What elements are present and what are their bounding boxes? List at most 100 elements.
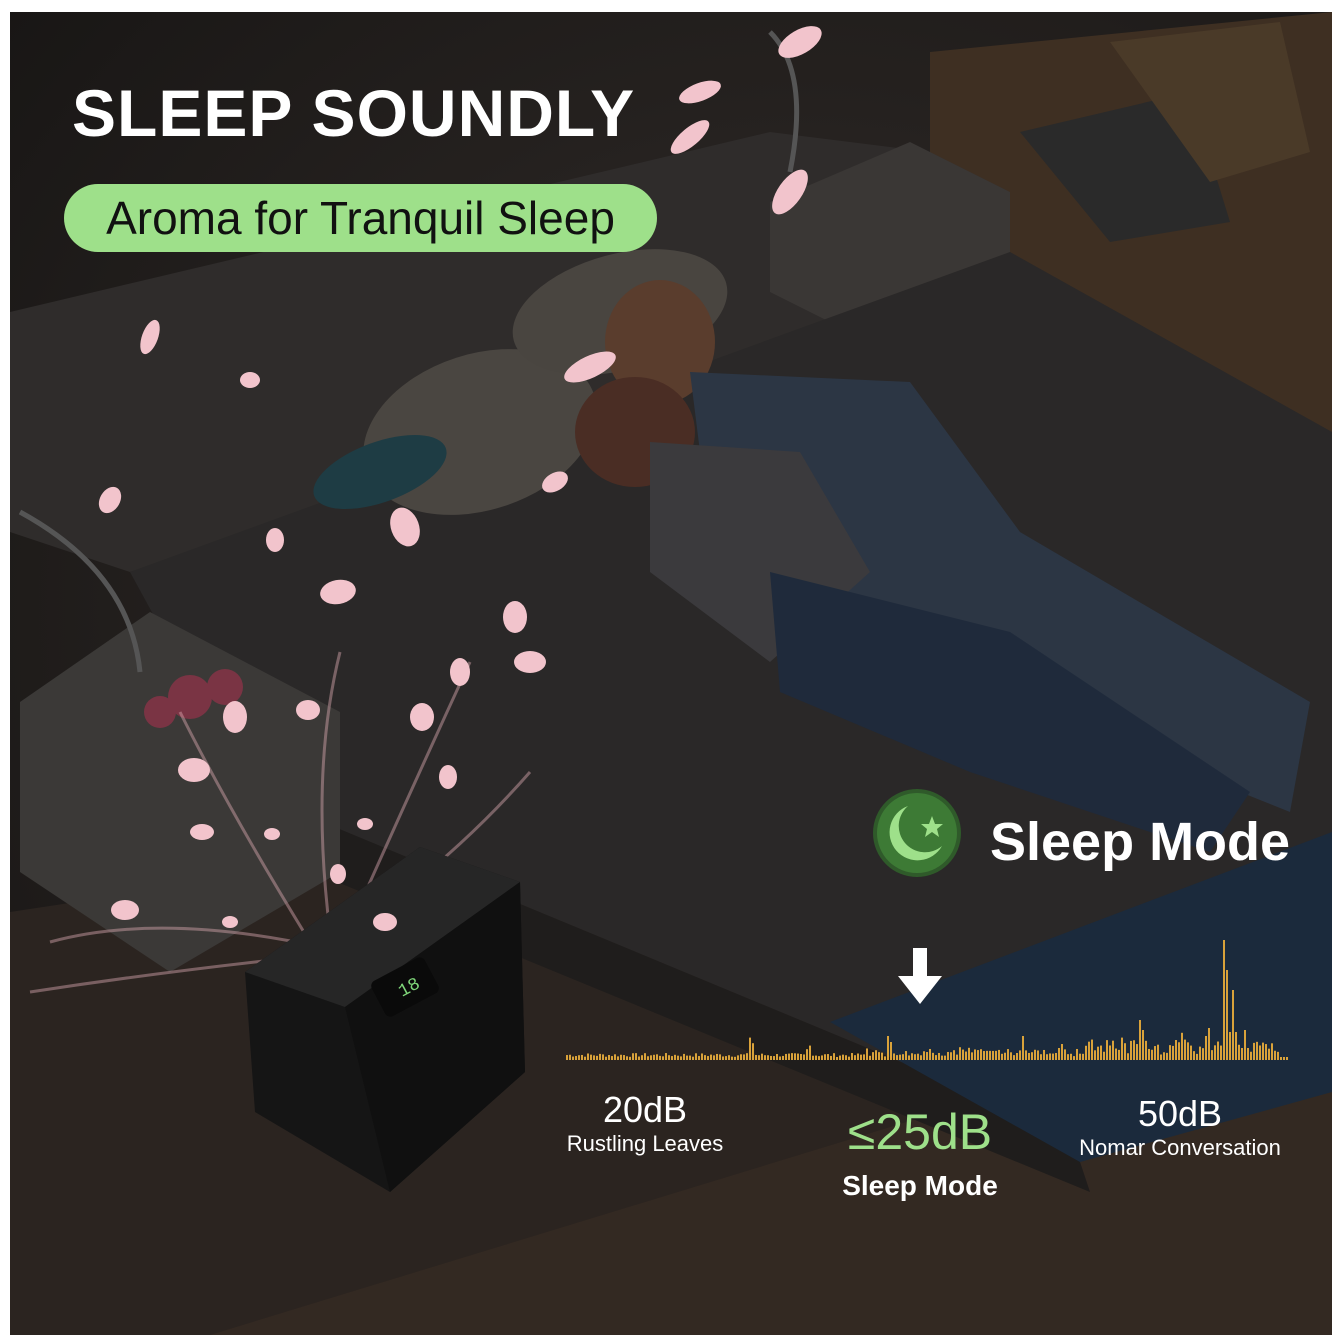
- wave-bar: [947, 1051, 949, 1060]
- wave-bar: [1100, 1045, 1102, 1060]
- wave-bar: [755, 1055, 757, 1060]
- wave-bar: [656, 1054, 658, 1060]
- wave-bar: [890, 1042, 892, 1060]
- wave-bar: [1079, 1053, 1081, 1060]
- wave-bar: [1217, 1041, 1219, 1060]
- wave-bar: [1118, 1049, 1120, 1060]
- wave-bar: [824, 1054, 826, 1060]
- wave-bar: [1097, 1046, 1099, 1060]
- wave-bar: [1178, 1042, 1180, 1060]
- wave-bar: [1157, 1044, 1159, 1060]
- wave-bar: [1121, 1037, 1123, 1060]
- wave-bar: [674, 1054, 676, 1060]
- wave-bar: [653, 1054, 655, 1060]
- wave-bar: [1001, 1053, 1003, 1060]
- wave-bar: [731, 1056, 733, 1060]
- wave-bar: [686, 1055, 688, 1060]
- wave-bar: [575, 1056, 577, 1060]
- wave-bar: [1022, 1036, 1024, 1060]
- wave-bar: [641, 1055, 643, 1060]
- wave-bar: [752, 1043, 754, 1060]
- wave-bar: [1172, 1045, 1174, 1060]
- wave-bar: [758, 1055, 760, 1060]
- wave-bar: [1082, 1053, 1084, 1060]
- wave-bar: [941, 1055, 943, 1060]
- wave-bar: [1031, 1052, 1033, 1060]
- wave-bar: [1139, 1020, 1141, 1060]
- wave-bar: [626, 1056, 628, 1060]
- wave-bar: [1199, 1046, 1201, 1060]
- wave-bar: [896, 1055, 898, 1060]
- wave-bar: [803, 1054, 805, 1060]
- wave-bar: [716, 1053, 718, 1060]
- wave-bar: [830, 1055, 832, 1060]
- wave-bar: [1028, 1052, 1030, 1060]
- wave-bar: [728, 1055, 730, 1060]
- wave-bar: [1202, 1048, 1204, 1060]
- wave-bar: [785, 1053, 787, 1060]
- wave-bar: [1103, 1051, 1105, 1060]
- wave-bar: [944, 1055, 946, 1060]
- wave-bar: [587, 1053, 589, 1060]
- wave-bar: [704, 1055, 706, 1060]
- wave-bar: [569, 1054, 571, 1060]
- wave-bar: [875, 1050, 877, 1060]
- wave-bar: [815, 1055, 817, 1060]
- moon-star-icon: [873, 789, 961, 877]
- wave-bar: [605, 1056, 607, 1060]
- subheadline-badge: Aroma for Tranquil Sleep: [64, 184, 657, 252]
- wave-bar: [953, 1050, 955, 1060]
- wave-bar: [659, 1055, 661, 1060]
- wave-bar: [1091, 1039, 1093, 1060]
- wave-bar: [644, 1053, 646, 1060]
- wave-bar: [782, 1055, 784, 1060]
- wave-bar: [914, 1054, 916, 1060]
- wave-bar: [608, 1055, 610, 1060]
- wave-bar: [602, 1054, 604, 1060]
- wave-bar: [1193, 1051, 1195, 1060]
- wave-bar: [1019, 1050, 1021, 1060]
- wave-bar: [746, 1053, 748, 1060]
- wave-bar: [848, 1056, 850, 1060]
- wave-bar: [566, 1055, 568, 1060]
- wave-bar: [767, 1055, 769, 1060]
- wave-bar: [1070, 1053, 1072, 1060]
- wave-bar: [851, 1053, 853, 1060]
- wave-bar: [842, 1054, 844, 1060]
- sound-wave-graphic: [566, 940, 1288, 1060]
- wave-bar: [1223, 940, 1225, 1060]
- wave-bar: [965, 1051, 967, 1060]
- wave-bar: [962, 1049, 964, 1060]
- wave-bar: [590, 1054, 592, 1060]
- wave-bar: [620, 1054, 622, 1060]
- wave-bar: [1265, 1044, 1267, 1060]
- wave-bar: [677, 1055, 679, 1060]
- level-label: Nomar Conversation: [1079, 1135, 1281, 1160]
- wave-bar: [650, 1055, 652, 1060]
- wave-bar: [836, 1056, 838, 1060]
- wave-bar: [911, 1053, 913, 1060]
- wave-bar: [833, 1053, 835, 1060]
- wave-bar: [794, 1053, 796, 1060]
- wave-bar: [1211, 1050, 1213, 1060]
- wave-bar: [1196, 1053, 1198, 1060]
- wave-bar: [1058, 1048, 1060, 1060]
- level-rustling-leaves: 20dB Rustling Leaves: [550, 1090, 740, 1158]
- wave-bar: [1259, 1045, 1261, 1060]
- wave-bar: [1010, 1052, 1012, 1060]
- wave-bar: [881, 1052, 883, 1060]
- wave-bar: [1175, 1040, 1177, 1060]
- wave-bar: [893, 1053, 895, 1060]
- level-label: Sleep Mode: [842, 1170, 998, 1201]
- wave-bar: [668, 1055, 670, 1060]
- wave-bar: [623, 1055, 625, 1060]
- wave-bar: [971, 1052, 973, 1060]
- wave-bar: [593, 1055, 595, 1060]
- wave-bar: [1238, 1044, 1240, 1060]
- wave-bar: [1232, 990, 1234, 1060]
- wave-bar: [1184, 1039, 1186, 1060]
- wave-bar: [920, 1055, 922, 1060]
- wave-bar: [1016, 1052, 1018, 1060]
- wave-bar: [1136, 1044, 1138, 1060]
- level-normal-conversation: 50dB Nomar Conversation: [1060, 1094, 1300, 1162]
